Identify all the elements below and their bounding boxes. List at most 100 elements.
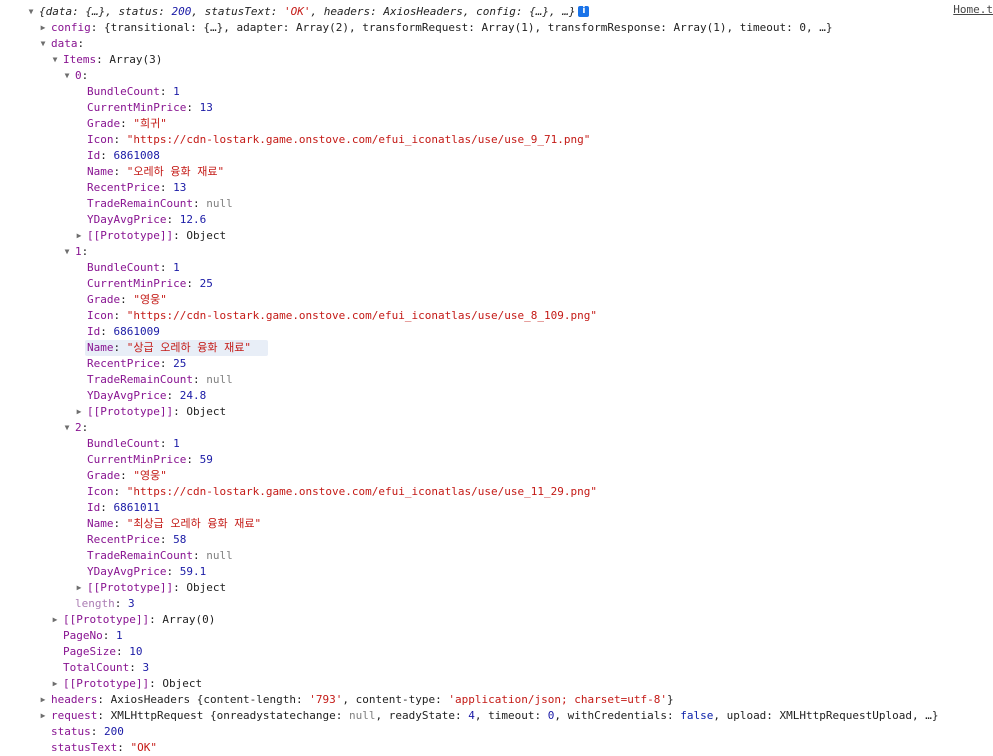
field-icon-1: Icon: "https://cdn-lostark.game.onstove.… [0, 308, 993, 324]
field-key: BundleCount [87, 437, 160, 450]
expand-arrow-down-icon[interactable]: ▼ [50, 52, 60, 68]
field-value: 6861008 [114, 149, 160, 162]
console-log-entry[interactable]: ▼{data: {…}, status: 200, statusText: 'O… [0, 4, 993, 20]
prototype-row-0[interactable]: ▶[[Prototype]]: Object [0, 228, 993, 244]
field-ydayavgprice-2-content: YDayAvgPrice: 59.1 [87, 564, 206, 580]
colon: : [166, 565, 179, 578]
expand-arrow-down-icon[interactable]: ▼ [62, 420, 72, 436]
headers-row-content: headers: AxiosHeaders {content-length: '… [51, 692, 674, 708]
headers-key: headers [51, 693, 97, 706]
field-traderemaincount-1-content: TradeRemainCount: null [87, 372, 233, 388]
items-row-content: Items: Array(3) [63, 52, 162, 68]
field-key: Icon [87, 133, 114, 146]
expand-arrow-right-icon[interactable]: ▶ [74, 228, 84, 244]
prototype-value: Array(0) [162, 613, 215, 626]
field-value: "영웅" [133, 469, 167, 482]
expand-arrow-right-icon[interactable]: ▶ [50, 612, 60, 628]
items-key: Items [63, 53, 96, 66]
headers-length: '793' [309, 693, 342, 706]
prototype-row-1[interactable]: ▶[[Prototype]]: Object [0, 404, 993, 420]
expand-arrow-down-icon[interactable]: ▼ [26, 4, 36, 20]
expand-arrow-down-icon[interactable]: ▼ [62, 68, 72, 84]
pageno-key: PageNo [63, 629, 103, 642]
pageno-row-content: PageNo: 1 [63, 628, 123, 644]
item-index: 2 [75, 421, 82, 434]
colon: : [160, 85, 173, 98]
field-grade-2-content: Grade: "영웅" [87, 468, 167, 484]
item-row-2[interactable]: ▼2: [0, 420, 993, 436]
data-row-content: data: [51, 36, 84, 52]
field-value: "상급 오레하 융화 재료" [127, 341, 251, 354]
field-key: TradeRemainCount [87, 373, 193, 386]
field-ydayavgprice-0-content: YDayAvgPrice: 12.6 [87, 212, 206, 228]
field-recentprice-0-content: RecentPrice: 13 [87, 180, 186, 196]
colon: : [193, 373, 206, 386]
field-currentminprice-2-content: CurrentMinPrice: 59 [87, 452, 213, 468]
colon: : [149, 613, 162, 626]
item-row-1[interactable]: ▼1: [0, 244, 993, 260]
field-key: RecentPrice [87, 533, 160, 546]
expand-arrow-right-icon[interactable]: ▶ [74, 404, 84, 420]
field-value: 24.8 [180, 389, 207, 402]
colon: : [82, 69, 89, 82]
colon: : [193, 549, 206, 562]
field-value: 6861011 [114, 501, 160, 514]
colon: : [160, 357, 173, 370]
colon: : [186, 101, 199, 114]
summary-suffix: , headers: AxiosHeaders, config: {…}, …} [311, 5, 576, 18]
item-row-2-content: 2: [75, 420, 88, 436]
item-row-0[interactable]: ▼0: [0, 68, 993, 84]
items-row[interactable]: ▼Items: Array(3) [0, 52, 993, 68]
expand-arrow-right-icon[interactable]: ▶ [38, 692, 48, 708]
request-post: , upload: XMLHttpRequestUpload, …} [713, 709, 938, 722]
prototype-row-2-content: [[Prototype]]: Object [87, 580, 226, 596]
colon: : [103, 629, 116, 642]
source-link[interactable]: Home.t [953, 3, 993, 16]
colon: : [114, 133, 127, 146]
data-row[interactable]: ▼data: [0, 36, 993, 52]
field-recentprice-1: RecentPrice: 25 [0, 356, 993, 372]
field-key: Grade [87, 293, 120, 306]
data-prototype-row[interactable]: ▶[[Prototype]]: Object [0, 676, 993, 692]
field-value: 59.1 [180, 565, 207, 578]
statustext-row: statusText: "OK" [0, 740, 993, 756]
colon: : [114, 485, 127, 498]
field-traderemaincount-2-content: TradeRemainCount: null [87, 548, 233, 564]
field-value: 1 [173, 85, 180, 98]
field-value: "오레하 융화 재료" [127, 165, 224, 178]
totalcount-value: 3 [142, 661, 149, 674]
length-key: length [75, 597, 115, 610]
field-value: "최상급 오레하 융화 재료" [127, 517, 261, 530]
expand-arrow-right-icon[interactable]: ▶ [38, 20, 48, 36]
field-value: "https://cdn-lostark.game.onstove.com/ef… [127, 485, 597, 498]
colon: : [115, 597, 128, 610]
info-icon[interactable]: i [578, 6, 589, 17]
request-readystate: 4 [468, 709, 475, 722]
headers-row[interactable]: ▶headers: AxiosHeaders {content-length: … [0, 692, 993, 708]
field-icon-0: Icon: "https://cdn-lostark.game.onstove.… [0, 132, 993, 148]
field-value: 1 [173, 437, 180, 450]
prototype-key: [[Prototype]] [87, 229, 173, 242]
config-row[interactable]: ▶config: {transitional: {…}, adapter: Ar… [0, 20, 993, 36]
prototype-value: Object [162, 677, 202, 690]
expand-arrow-right-icon[interactable]: ▶ [74, 580, 84, 596]
colon: : [97, 709, 110, 722]
field-ydayavgprice-1: YDayAvgPrice: 24.8 [0, 388, 993, 404]
headers-pre: AxiosHeaders {content-length: [111, 693, 310, 706]
field-key: BundleCount [87, 261, 160, 274]
field-key: RecentPrice [87, 181, 160, 194]
field-recentprice-2-content: RecentPrice: 58 [87, 532, 186, 548]
expand-arrow-right-icon[interactable]: ▶ [38, 708, 48, 724]
items-prototype-row[interactable]: ▶[[Prototype]]: Array(0) [0, 612, 993, 628]
expand-arrow-down-icon[interactable]: ▼ [38, 36, 48, 52]
request-mid2: , timeout: [475, 709, 548, 722]
pagesize-row: PageSize: 10 [0, 644, 993, 660]
request-row[interactable]: ▶request: XMLHttpRequest {onreadystatech… [0, 708, 993, 724]
field-key: RecentPrice [87, 357, 160, 370]
expand-arrow-right-icon[interactable]: ▶ [50, 676, 60, 692]
prototype-row-2[interactable]: ▶[[Prototype]]: Object [0, 580, 993, 596]
expand-arrow-down-icon[interactable]: ▼ [62, 244, 72, 260]
length-value: 3 [128, 597, 135, 610]
field-value: 59 [200, 453, 213, 466]
field-icon-0-content: Icon: "https://cdn-lostark.game.onstove.… [87, 132, 590, 148]
